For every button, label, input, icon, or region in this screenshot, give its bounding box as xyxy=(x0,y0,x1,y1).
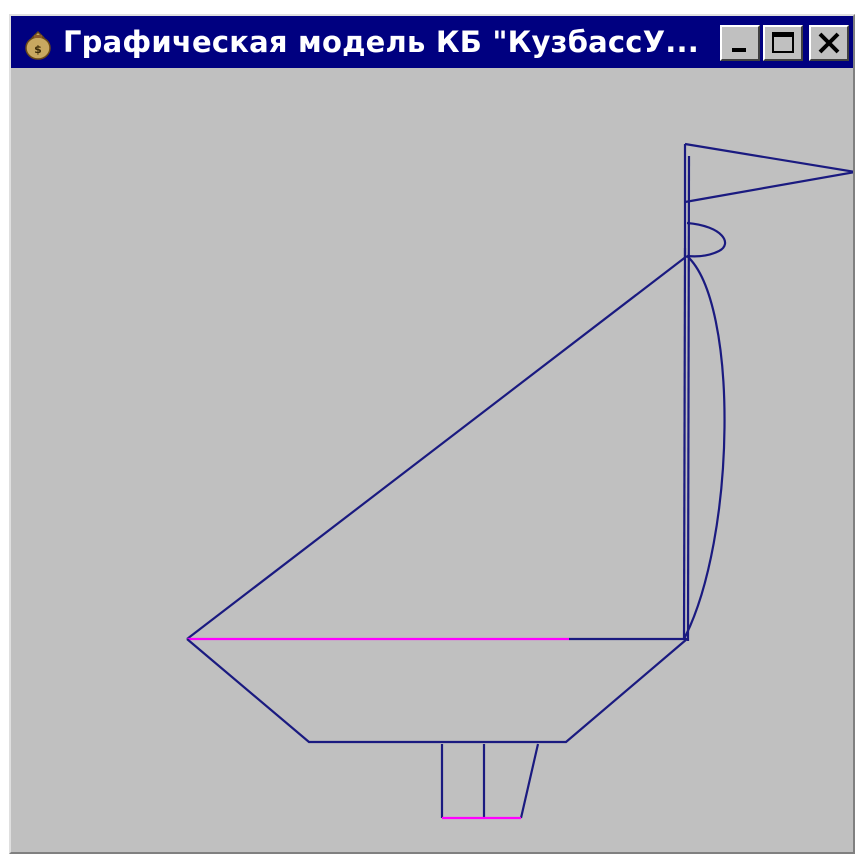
close-icon xyxy=(818,32,840,54)
sail-diagonal xyxy=(186,255,688,640)
maximize-icon xyxy=(772,32,794,53)
keel-outline xyxy=(440,743,540,819)
goose-drawing xyxy=(186,142,853,820)
minimize-button[interactable] xyxy=(720,25,760,61)
window-title: Графическая модель КБ "КузбассУ... xyxy=(63,25,699,59)
neck-front-line xyxy=(686,155,691,642)
flag xyxy=(684,142,853,204)
close-button[interactable] xyxy=(809,25,849,61)
hull-outline xyxy=(186,638,688,744)
back-curve xyxy=(683,255,726,640)
drawing-canvas xyxy=(186,142,853,820)
svg-text:$: $ xyxy=(34,43,42,56)
minimize-icon xyxy=(732,48,746,52)
app-window: $ Графическая модель КБ "КузбассУ... xyxy=(9,14,855,854)
title-bar[interactable]: $ Графическая модель КБ "КузбассУ... xyxy=(11,16,853,68)
maximize-button[interactable] xyxy=(763,25,803,61)
neck-back-line xyxy=(682,247,687,640)
head-loop xyxy=(686,221,727,258)
money-bag-icon: $ xyxy=(25,30,51,60)
